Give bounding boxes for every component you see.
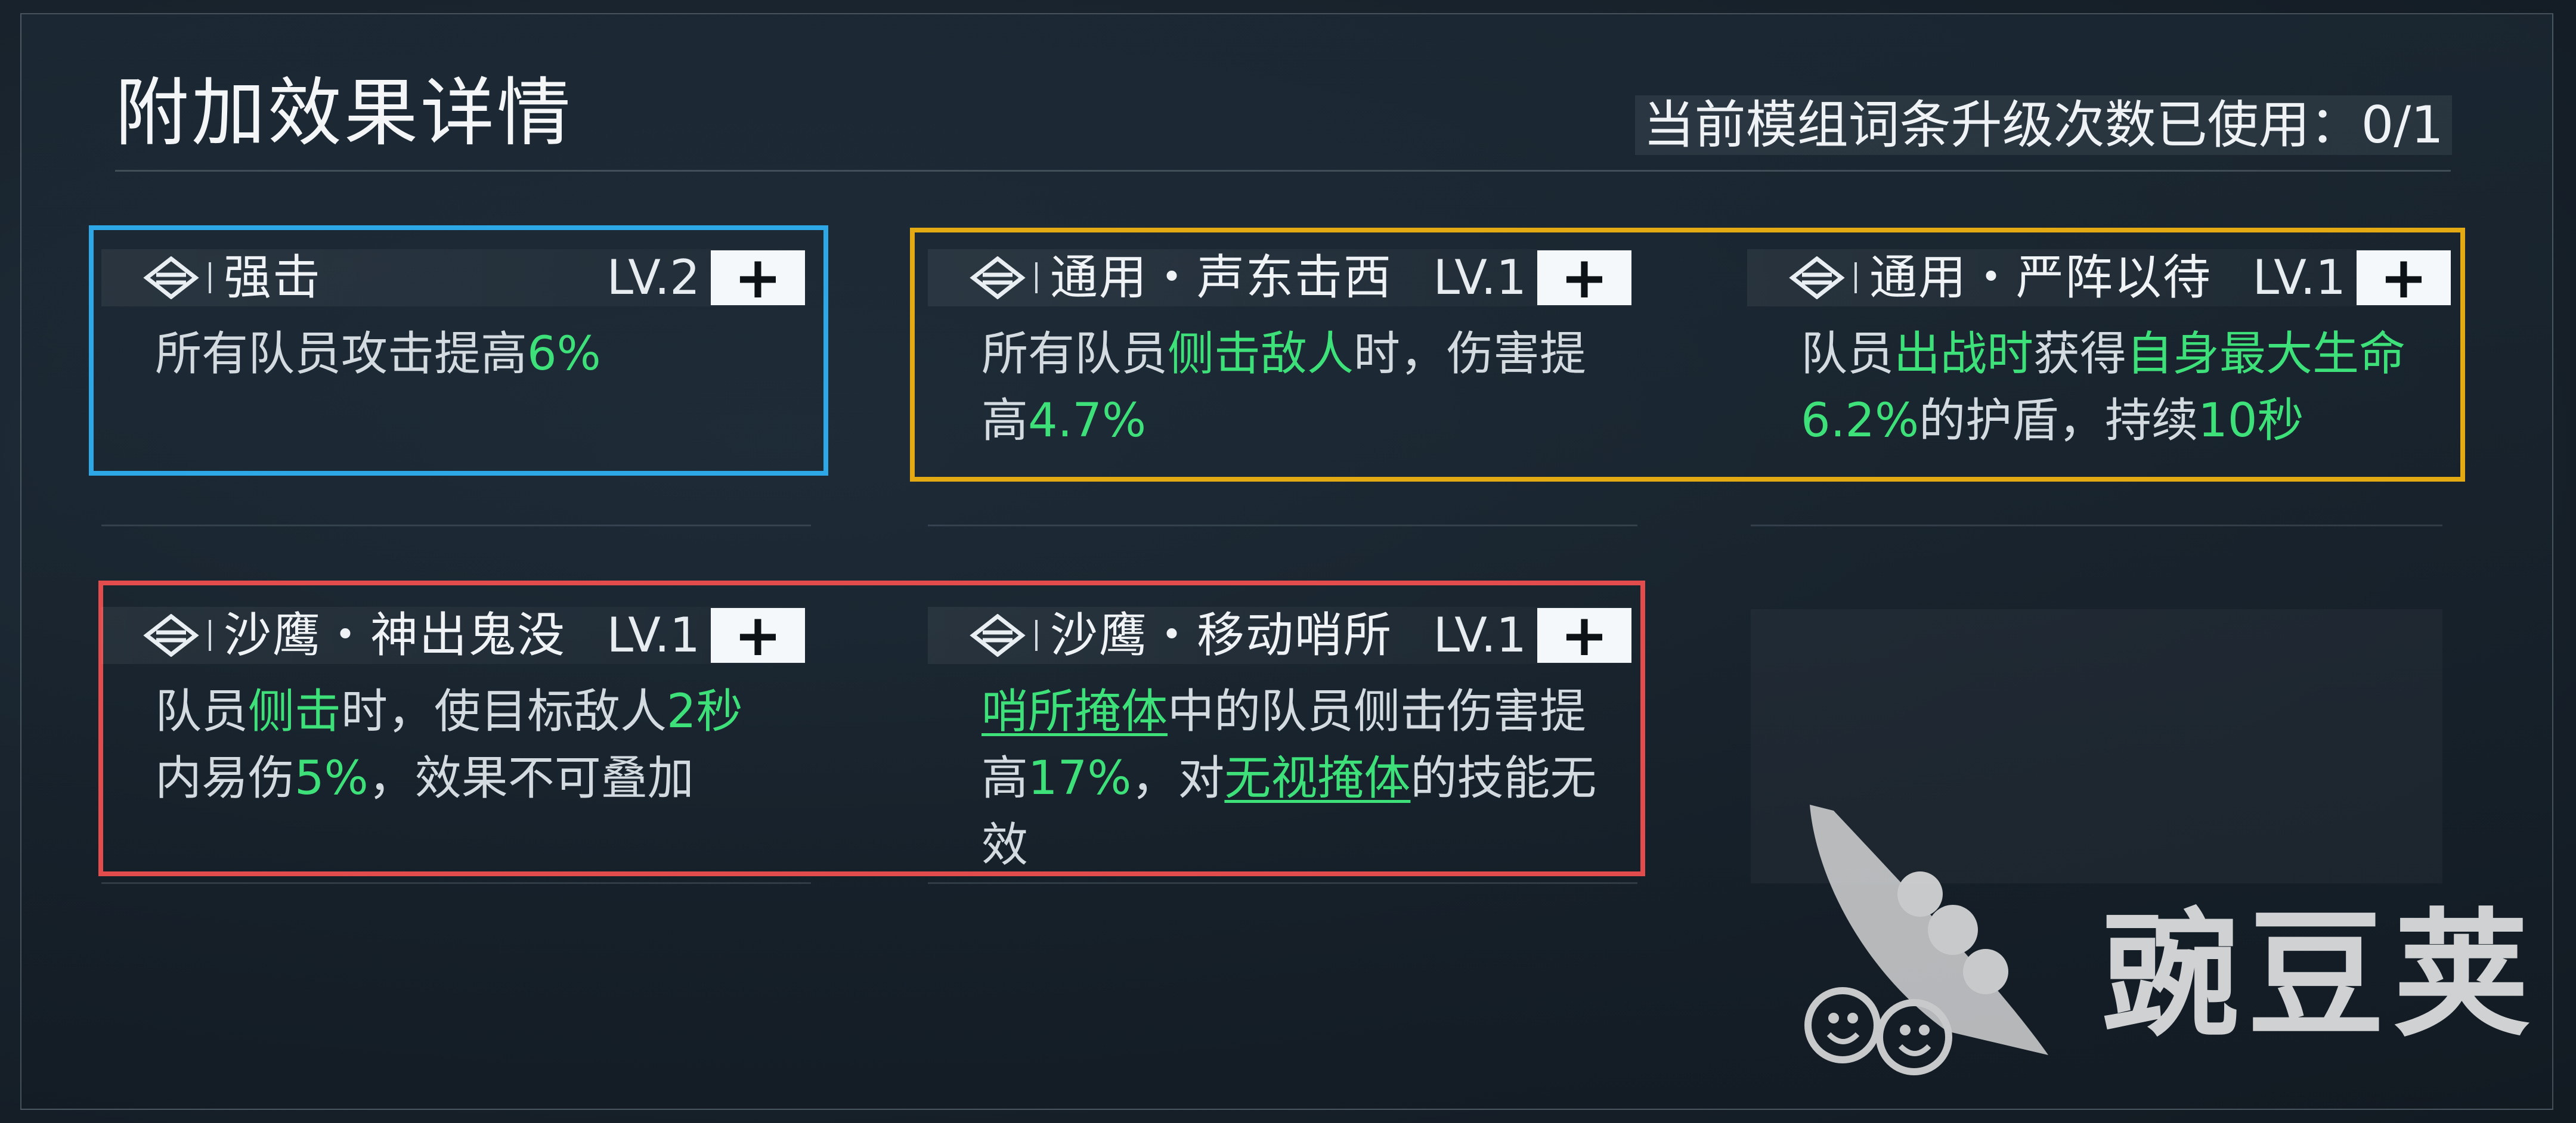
description-text: 中的队员侧击伤害提: [1168, 685, 1587, 739]
watermark-text: 豌豆荚: [2102, 896, 2539, 1056]
module-emblem-icon: [143, 256, 199, 299]
effect-description: 所有队员攻击提高6%: [155, 321, 799, 387]
effect-name: 沙鹰・移动哨所: [1050, 607, 1392, 663]
title-divider: [115, 170, 2451, 172]
effect-description: 队员出战时获得自身最大生命 6.2%的护盾，持续10秒: [1801, 321, 2445, 454]
highlight-text: 侧击: [248, 685, 342, 739]
pea-pod-icon: [1804, 805, 2048, 1075]
description-text: 时，使目标敌人: [341, 685, 667, 739]
highlight-text: 出战时: [1894, 327, 2034, 381]
effect-card-header: 强击 LV.2 +: [101, 249, 805, 306]
effect-card-header: 通用・声东击西 LV.1 +: [928, 249, 1631, 306]
upgrade-plus-button[interactable]: +: [1537, 607, 1631, 664]
highlight-text: 5%: [295, 752, 369, 805]
linked-term[interactable]: 哨所掩体: [982, 685, 1168, 739]
header-separator: [1035, 262, 1038, 293]
header-separator: [209, 262, 211, 293]
effect-card-header: 沙鹰・神出鬼没 LV.1 +: [101, 607, 805, 664]
description-text: ，效果不可叠加: [368, 752, 694, 805]
effect-level: LV.1: [2252, 250, 2346, 305]
effect-name: 通用・声东击西: [1050, 250, 1392, 305]
header-separator: [209, 620, 211, 651]
upgrade-plus-button[interactable]: +: [1537, 249, 1631, 306]
description-text: 高: [982, 752, 1029, 805]
header-separator: [1035, 620, 1038, 651]
description-text: 所有队员: [982, 327, 1168, 381]
effect-name: 强击: [224, 250, 321, 305]
module-emblem-icon: [970, 256, 1026, 299]
row-divider: [928, 525, 1637, 526]
page-title: 附加效果详情: [115, 70, 574, 156]
upgrade-plus-button[interactable]: +: [711, 249, 805, 306]
effect-level: LV.2: [606, 250, 700, 305]
highlight-text: 自身最大生命: [2126, 327, 2406, 381]
effect-description: 哨所掩体中的队员侧击伤害提高17%，对无视掩体的技能无效: [982, 678, 1626, 879]
description-text: 所有队员攻击提高: [155, 327, 528, 381]
description-text: 的护盾，持续: [1919, 394, 2199, 448]
highlight-text: 4.7%: [1028, 394, 1147, 448]
description-text: 的技能无: [1410, 752, 1597, 805]
row-divider: [101, 525, 811, 526]
module-emblem-icon: [970, 614, 1026, 657]
highlight-text: 侧击敌人: [1168, 327, 1354, 381]
module-emblem-icon: [1789, 256, 1845, 299]
effect-card-header: 沙鹰・移动哨所 LV.1 +: [928, 607, 1631, 664]
description-text: 获得: [2033, 327, 2127, 381]
watermark: 豌豆荚: [1792, 793, 2555, 1079]
highlight-text: 2秒: [667, 685, 743, 739]
upgrade-status: 当前模组词条升级次数已使用：0/1: [1634, 95, 2452, 155]
effect-level: LV.1: [1433, 250, 1527, 305]
row-divider: [928, 882, 1637, 884]
row-divider: [101, 882, 811, 884]
effect-description: 队员侧击时，使目标敌人2秒内易伤5%，效果不可叠加: [155, 678, 799, 812]
description-text: 队员: [1801, 327, 1894, 381]
description-text: ，对: [1131, 752, 1225, 805]
linked-term[interactable]: 无视掩体: [1224, 752, 1410, 805]
highlight-text: 10秒: [2198, 394, 2304, 448]
effect-level: LV.1: [1433, 607, 1527, 663]
highlight-text: 17%: [1028, 752, 1132, 805]
description-text: 效: [982, 818, 1029, 872]
row-divider: [1751, 525, 2442, 526]
header-separator: [1854, 262, 1857, 293]
description-text: 时，伤害提: [1354, 327, 1587, 381]
module-emblem-icon: [143, 614, 199, 657]
effect-name: 沙鹰・神出鬼没: [224, 607, 566, 663]
description-text: 内易伤: [155, 752, 295, 805]
effect-level: LV.1: [606, 607, 700, 663]
upgrade-plus-button[interactable]: +: [2357, 249, 2451, 306]
description-text: 队员: [155, 685, 249, 739]
description-text: 高: [982, 394, 1029, 448]
highlight-text: 6.2%: [1801, 394, 1919, 448]
effect-card-header: 通用・严阵以待 LV.1 +: [1747, 249, 2451, 306]
upgrade-plus-button[interactable]: +: [711, 607, 805, 664]
effect-description: 所有队员侧击敌人时，伤害提高4.7%: [982, 321, 1626, 454]
effect-name: 通用・严阵以待: [1869, 250, 2212, 305]
highlight-text: 6%: [527, 327, 601, 381]
